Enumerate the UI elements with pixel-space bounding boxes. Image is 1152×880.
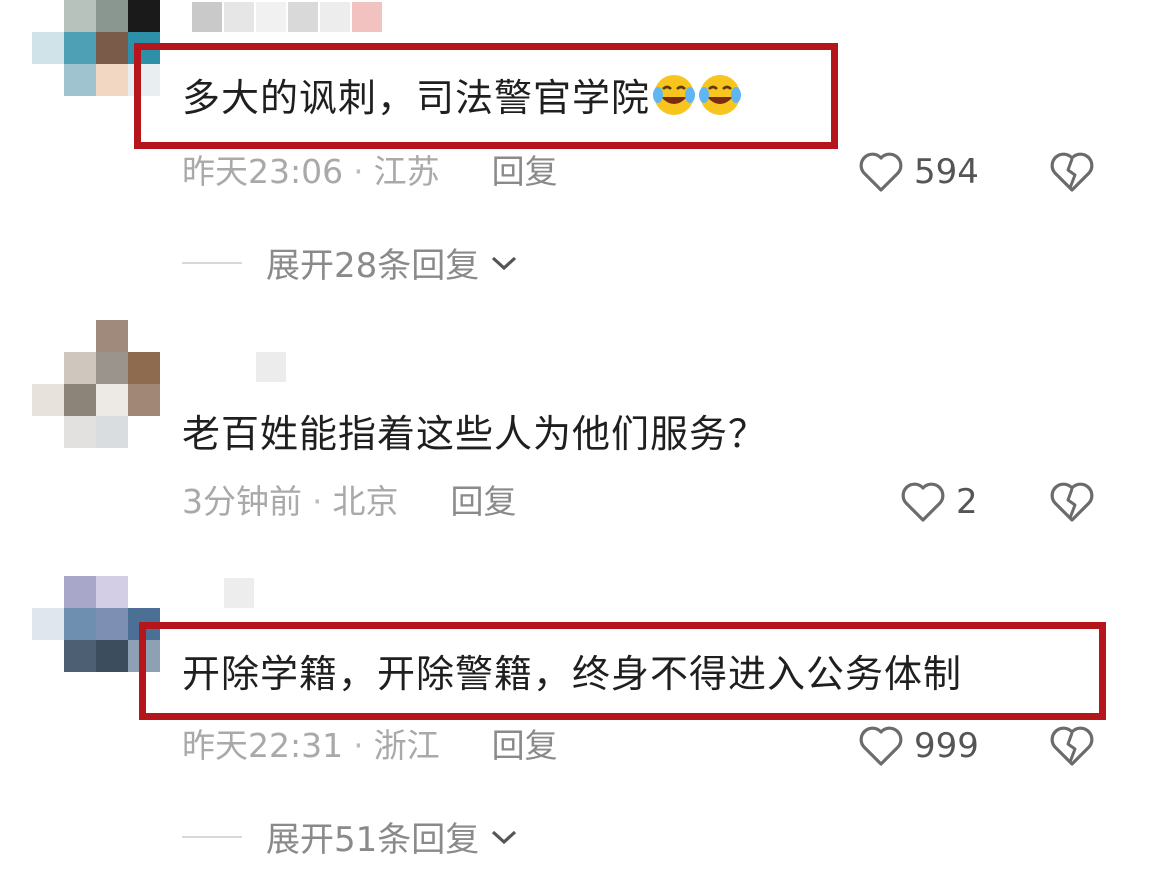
dislike-button[interactable] bbox=[1048, 724, 1096, 768]
expand-replies-button[interactable]: 展开28条回复 bbox=[182, 238, 519, 287]
broken-heart-icon bbox=[1050, 152, 1094, 192]
like-button[interactable]: 2 bbox=[900, 480, 978, 524]
username-blurred[interactable] bbox=[224, 578, 254, 608]
location: 江苏 bbox=[373, 152, 440, 191]
like-count: 999 bbox=[914, 726, 979, 766]
timestamp: 昨天22:31 bbox=[182, 726, 344, 765]
reply-button[interactable]: 回复 bbox=[492, 152, 558, 192]
username-blurred[interactable] bbox=[256, 352, 286, 382]
separator: · bbox=[353, 726, 364, 765]
comment-text: 多大的讽刺，司法警官学院 bbox=[182, 72, 742, 124]
comment-text: 开除学籍，开除警籍，终身不得进入公务体制 bbox=[182, 648, 962, 700]
avatar[interactable] bbox=[32, 320, 160, 448]
broken-heart-icon bbox=[1050, 482, 1094, 522]
comment-text: 老百姓能指着这些人为他们服务？ bbox=[182, 408, 767, 460]
comment-meta: 昨天23:06 · 江苏 回复 bbox=[182, 152, 558, 192]
chevron-down-icon bbox=[492, 256, 517, 270]
heart-outline-icon bbox=[859, 726, 903, 766]
separator: · bbox=[353, 152, 364, 191]
laughing-crying-emoji-icon bbox=[653, 75, 696, 115]
comment-body: 多大的讽刺，司法警官学院 bbox=[182, 76, 651, 120]
comment-meta: 3分钟前 · 北京 回复 bbox=[182, 482, 517, 522]
like-count: 2 bbox=[956, 482, 978, 522]
expand-replies-button[interactable]: 展开51条回复 bbox=[182, 812, 519, 861]
dislike-button[interactable] bbox=[1048, 150, 1096, 194]
broken-heart-icon bbox=[1050, 726, 1094, 766]
heart-outline-icon bbox=[859, 152, 903, 192]
location: 北京 bbox=[332, 482, 399, 521]
separator: · bbox=[312, 482, 323, 521]
location: 浙江 bbox=[373, 726, 440, 765]
timestamp: 3分钟前 bbox=[182, 482, 302, 521]
like-button[interactable]: 999 bbox=[858, 724, 979, 768]
divider-line bbox=[182, 261, 242, 264]
comment-meta: 昨天22:31 · 浙江 回复 bbox=[182, 726, 558, 766]
username-blurred[interactable] bbox=[192, 2, 382, 32]
divider-line bbox=[182, 835, 242, 838]
expand-label: 展开51条回复 bbox=[266, 820, 480, 860]
dislike-button[interactable] bbox=[1048, 480, 1096, 524]
like-count: 594 bbox=[914, 152, 979, 192]
like-button[interactable]: 594 bbox=[858, 150, 979, 194]
expand-label: 展开28条回复 bbox=[266, 246, 480, 286]
laughing-crying-emoji-icon bbox=[699, 75, 742, 115]
reply-button[interactable]: 回复 bbox=[492, 726, 558, 766]
chevron-down-icon bbox=[492, 830, 517, 844]
comment-body: 开除学籍，开除警籍，终身不得进入公务体制 bbox=[182, 652, 963, 696]
comment-body: 老百姓能指着这些人为他们服务？ bbox=[182, 412, 768, 456]
reply-button[interactable]: 回复 bbox=[451, 482, 517, 522]
heart-outline-icon bbox=[901, 482, 945, 522]
timestamp: 昨天23:06 bbox=[182, 152, 344, 191]
